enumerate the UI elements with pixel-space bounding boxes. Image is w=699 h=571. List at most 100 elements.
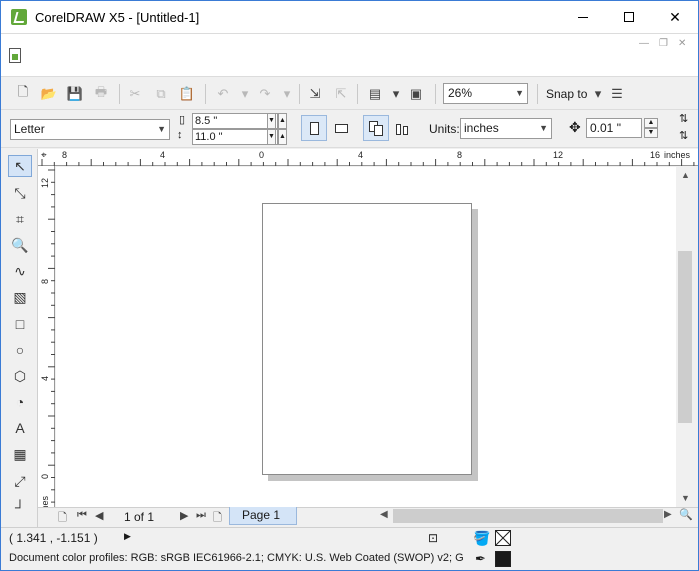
- welcome-icon[interactable]: ▣: [406, 84, 426, 104]
- outline-pen-icon[interactable]: ✒: [475, 551, 486, 567]
- redo-dropdown-icon[interactable]: ▾: [277, 84, 297, 104]
- minimize-icon: [578, 16, 588, 18]
- save-icon[interactable]: 💾: [65, 84, 85, 104]
- undo-dropdown-icon[interactable]: ▾: [235, 84, 255, 104]
- page-tab-label: Page 1: [242, 508, 281, 522]
- vertical-ruler[interactable]: 12 8 4 0 inches: [38, 166, 55, 524]
- doc-close-icon[interactable]: ✕: [678, 38, 686, 49]
- width-spin-down[interactable]: ▼: [267, 113, 276, 129]
- paper-size-value: Letter: [14, 122, 45, 136]
- zoom-tool-icon[interactable]: 🔍: [8, 234, 32, 256]
- app-window: CorelDRAW X5 - [Untitled-1] ✕ — ❐ ✕ 🗋 📂 …: [0, 0, 699, 571]
- horizontal-scrollbar[interactable]: ◀ ▶: [378, 509, 676, 523]
- duplicate-distance-y-icon[interactable]: ⇅: [679, 129, 688, 142]
- vertical-scrollbar[interactable]: ▲ ▼: [676, 167, 694, 507]
- object-info-icon[interactable]: ⊡: [428, 531, 438, 545]
- crop-tool-icon[interactable]: ⌗: [8, 208, 32, 230]
- import-icon[interactable]: ⇲: [305, 84, 325, 104]
- current-page-button[interactable]: [390, 115, 416, 141]
- snap-to-button[interactable]: Snap to: [546, 87, 587, 101]
- launcher-dropdown-icon[interactable]: ▾: [386, 84, 406, 104]
- toolbox: ↖ ⤡ ⌗ 🔍 ∿ ▧ □ ○ ⬡ ◔ A ▦ ⤢ ┘: [1, 149, 38, 527]
- landscape-button[interactable]: [328, 115, 354, 141]
- horizontal-ruler[interactable]: ⌖ 8 4 0 4 8 12 16 inches: [38, 149, 698, 166]
- doc-minimize-icon[interactable]: —: [639, 38, 649, 49]
- connector-tool-icon[interactable]: ┘: [8, 496, 32, 518]
- paste-icon[interactable]: 📋: [177, 84, 197, 104]
- nudge-distance-field[interactable]: 0.01 ": [586, 118, 642, 138]
- table-tool-icon[interactable]: ▦: [8, 443, 32, 465]
- next-page-icon[interactable]: ▶: [180, 509, 188, 522]
- maximize-button[interactable]: [606, 1, 652, 33]
- units-select[interactable]: inches ▼: [460, 118, 552, 139]
- options-icon[interactable]: ☰: [607, 84, 627, 104]
- portrait-button[interactable]: [301, 115, 327, 141]
- open-icon[interactable]: 📂: [39, 84, 59, 104]
- navigator-zoom-icon[interactable]: 🔍: [679, 508, 693, 521]
- snap-dropdown-icon[interactable]: ▾: [588, 84, 608, 104]
- previous-page-icon[interactable]: ◀: [95, 509, 103, 522]
- color-profiles-text[interactable]: Document color profiles: RGB: sRGB IEC61…: [9, 552, 464, 564]
- page-height-field[interactable]: 11.0 ": [192, 129, 278, 145]
- print-icon[interactable]: 🖶: [91, 84, 111, 104]
- basic-shapes-tool-icon[interactable]: ◔: [8, 391, 32, 413]
- status-expand-icon[interactable]: ▶: [124, 531, 131, 542]
- coreldraw-icon: [11, 9, 27, 25]
- page-width-icon: ▯: [179, 114, 186, 126]
- new-icon[interactable]: 🗋: [13, 84, 33, 104]
- close-button[interactable]: ✕: [652, 1, 698, 33]
- document-icon[interactable]: [9, 48, 21, 63]
- freehand-tool-icon[interactable]: ∿: [8, 260, 32, 282]
- launcher-icon[interactable]: ▤: [365, 84, 385, 104]
- cut-icon[interactable]: ✂: [125, 84, 145, 104]
- height-spin-down[interactable]: ▼: [267, 129, 276, 145]
- chevron-down-icon: ▼: [539, 123, 548, 133]
- page-tab[interactable]: Page 1: [229, 507, 297, 525]
- vertical-scroll-thumb[interactable]: [678, 251, 692, 423]
- smart-fill-tool-icon[interactable]: ▧: [8, 286, 32, 308]
- undo-icon[interactable]: ↶: [213, 84, 233, 104]
- page-width-field[interactable]: 8.5 ": [192, 113, 278, 129]
- scroll-left-icon[interactable]: ◀: [380, 509, 388, 520]
- fill-bucket-icon[interactable]: 🪣: [473, 530, 490, 547]
- minimize-button[interactable]: [560, 1, 606, 33]
- rectangle-tool-icon[interactable]: □: [8, 313, 32, 335]
- nudge-spin-down[interactable]: ▼: [644, 128, 658, 138]
- shape-tool-icon[interactable]: ⤡: [8, 182, 32, 204]
- portrait-icon: [310, 122, 319, 135]
- copy-icon[interactable]: ⧉: [151, 84, 171, 104]
- horizontal-scroll-thumb[interactable]: [393, 509, 663, 523]
- text-tool-icon[interactable]: A: [8, 417, 32, 439]
- scroll-up-icon[interactable]: ▲: [681, 170, 690, 180]
- width-spin-up[interactable]: ▲: [278, 113, 287, 129]
- add-page-after-icon[interactable]: 🗋: [213, 509, 222, 528]
- outline-swatch[interactable]: [495, 551, 511, 567]
- no-fill-icon: [495, 530, 511, 546]
- horizontal-ruler-ticks: [41, 159, 695, 166]
- polygon-tool-icon[interactable]: ⬡: [8, 365, 32, 387]
- dimension-tool-icon[interactable]: ⤢: [8, 470, 32, 492]
- zoom-level-select[interactable]: 26% ▼: [443, 83, 528, 104]
- height-spin-up[interactable]: ▲: [278, 129, 287, 145]
- document-page[interactable]: [262, 203, 472, 475]
- export-icon[interactable]: ⇱: [331, 84, 351, 104]
- redo-icon[interactable]: ↷: [255, 84, 275, 104]
- toolbar-separator: [119, 84, 120, 104]
- fill-swatch[interactable]: [495, 530, 511, 546]
- paper-size-select[interactable]: Letter ▼: [10, 119, 170, 140]
- standard-toolbar: 🗋 📂 💾 🖶 ✂ ⧉ 📋 ↶ ▾ ↷ ▾ ⇲ ⇱ ▤ ▾ ▣ ▾ ☰: [1, 78, 698, 110]
- scroll-down-icon[interactable]: ▼: [681, 493, 690, 503]
- add-page-before-icon[interactable]: 🗋: [58, 509, 67, 528]
- ellipse-tool-icon[interactable]: ○: [8, 339, 32, 361]
- duplicate-distance-icon[interactable]: ⇅: [679, 112, 688, 125]
- scroll-right-icon[interactable]: ▶: [664, 509, 672, 520]
- nudge-spin-up[interactable]: ▲: [644, 118, 658, 128]
- last-page-icon[interactable]: ⏭: [196, 509, 206, 522]
- first-page-icon[interactable]: ⏮: [77, 509, 87, 522]
- cursor-coordinates: ( 1.341 , -1.151 ): [9, 531, 98, 545]
- doc-restore-icon[interactable]: ❐: [659, 38, 668, 49]
- current-page-icon: [396, 124, 401, 135]
- all-pages-button[interactable]: [363, 115, 389, 141]
- maximize-icon: [624, 12, 634, 22]
- pick-tool-icon[interactable]: ↖: [8, 155, 32, 177]
